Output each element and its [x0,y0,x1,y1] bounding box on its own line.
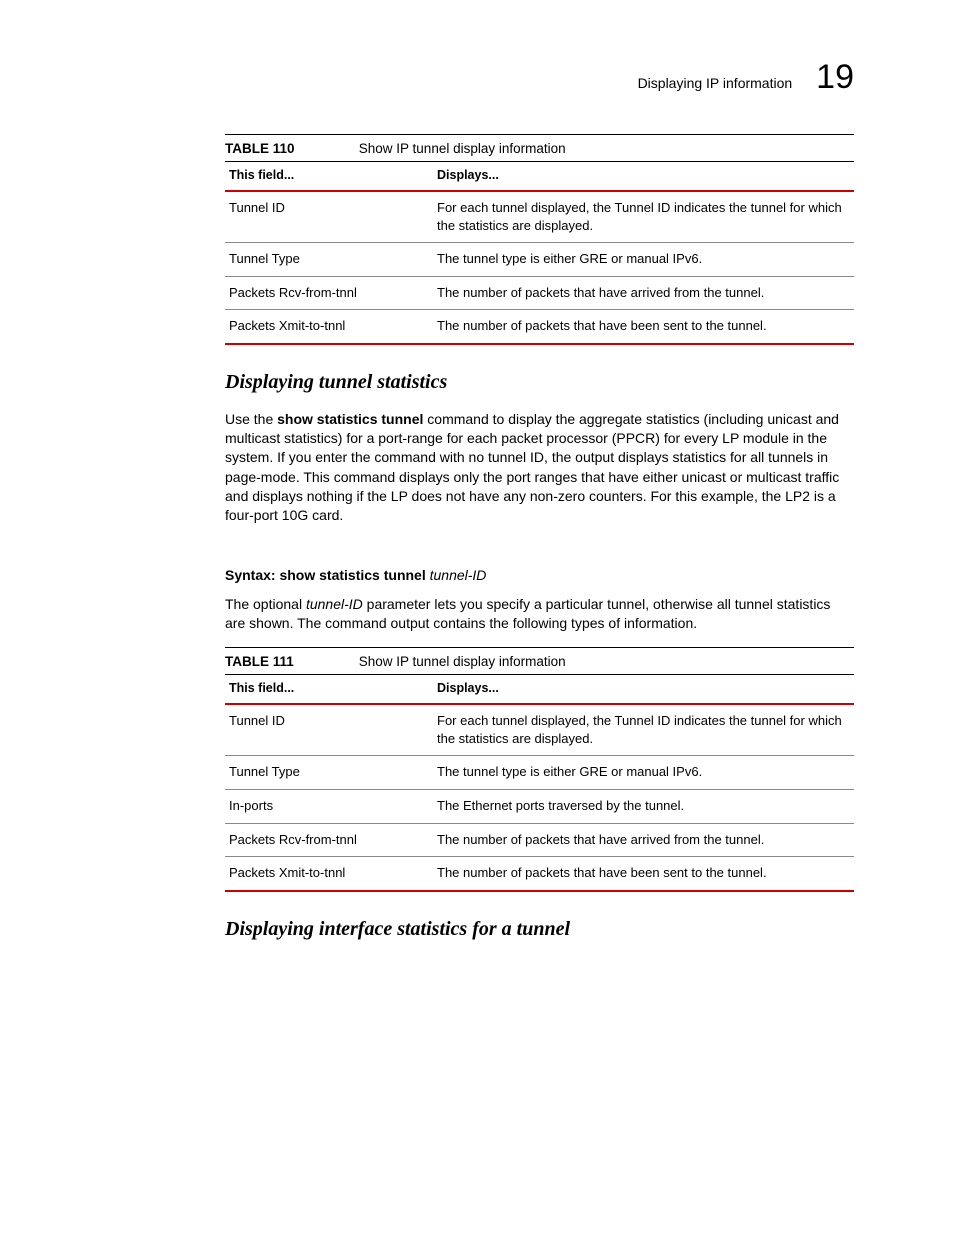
table-body: Tunnel IDFor each tunnel displayed, the … [225,191,854,344]
table-header-displays: Displays... [433,675,854,704]
page-header: Displaying IP information 19 [225,60,854,94]
parameter-text: tunnel-ID [306,596,363,612]
table-caption: TABLE 110 Show IP tunnel display informa… [225,134,854,161]
table-cell-displays: The number of packets that have been sen… [433,310,854,344]
table-cell-displays: The tunnel type is either GRE or manual … [433,243,854,277]
command-text: show statistics tunnel [277,411,423,427]
section-heading-interface-stats: Displaying interface statistics for a tu… [225,916,854,943]
table-cell-field: Packets Rcv-from-tnnl [225,823,433,857]
table-cell-displays: The number of packets that have arrived … [433,276,854,310]
table-cell-field: In-ports [225,789,433,823]
table-row: Packets Rcv-from-tnnlThe number of packe… [225,823,854,857]
table-caption-text: Show IP tunnel display information [359,654,566,669]
table: This field... Displays... Tunnel IDFor e… [225,674,854,891]
table-label: TABLE 110 [225,140,355,158]
table-caption: TABLE 111 Show IP tunnel display informa… [225,647,854,674]
table-cell-field: Tunnel Type [225,756,433,790]
running-header-title: Displaying IP information [638,74,793,93]
syntax-argument: tunnel-ID [430,567,487,583]
syntax-label: Syntax: [225,567,279,583]
table: This field... Displays... Tunnel IDFor e… [225,161,854,345]
table-caption-text: Show IP tunnel display information [359,141,566,156]
table-cell-displays: The number of packets that have arrived … [433,823,854,857]
table-cell-field: Packets Xmit-to-tnnl [225,310,433,344]
text-run: Use the [225,411,277,427]
paragraph: The optional tunnel-ID parameter lets yo… [225,595,854,634]
section-heading-tunnel-stats: Displaying tunnel statistics [225,369,854,396]
table-cell-displays: The tunnel type is either GRE or manual … [433,756,854,790]
table-body: Tunnel IDFor each tunnel displayed, the … [225,704,854,890]
text-run: The optional [225,596,306,612]
table-cell-field: Packets Rcv-from-tnnl [225,276,433,310]
paragraph: Use the show statistics tunnel command t… [225,410,854,526]
table-row: Tunnel TypeThe tunnel type is either GRE… [225,243,854,277]
table-cell-displays: For each tunnel displayed, the Tunnel ID… [433,704,854,756]
table-cell-field: Tunnel ID [225,191,433,243]
table-header-displays: Displays... [433,162,854,191]
table-row: Tunnel IDFor each tunnel displayed, the … [225,704,854,756]
table-header-field: This field... [225,675,433,704]
table-row: Packets Rcv-from-tnnlThe number of packe… [225,276,854,310]
table-row: In-portsThe Ethernet ports traversed by … [225,789,854,823]
table-cell-field: Packets Xmit-to-tnnl [225,857,433,891]
table-row: Tunnel TypeThe tunnel type is either GRE… [225,756,854,790]
chapter-number: 19 [816,60,854,94]
syntax-command: show statistics tunnel [279,567,429,583]
table-cell-field: Tunnel ID [225,704,433,756]
table-cell-displays: For each tunnel displayed, the Tunnel ID… [433,191,854,243]
text-run: command to display the aggregate statist… [225,411,839,524]
syntax-line: Syntax: show statistics tunnel tunnel-ID [225,566,854,585]
table-row: Packets Xmit-to-tnnlThe number of packet… [225,857,854,891]
table-row: Packets Xmit-to-tnnlThe number of packet… [225,310,854,344]
table-header-field: This field... [225,162,433,191]
table-111: TABLE 111 Show IP tunnel display informa… [225,647,854,891]
table-row: Tunnel IDFor each tunnel displayed, the … [225,191,854,243]
table-cell-displays: The number of packets that have been sen… [433,857,854,891]
table-cell-displays: The Ethernet ports traversed by the tunn… [433,789,854,823]
table-110: TABLE 110 Show IP tunnel display informa… [225,134,854,345]
table-label: TABLE 111 [225,653,355,671]
table-cell-field: Tunnel Type [225,243,433,277]
